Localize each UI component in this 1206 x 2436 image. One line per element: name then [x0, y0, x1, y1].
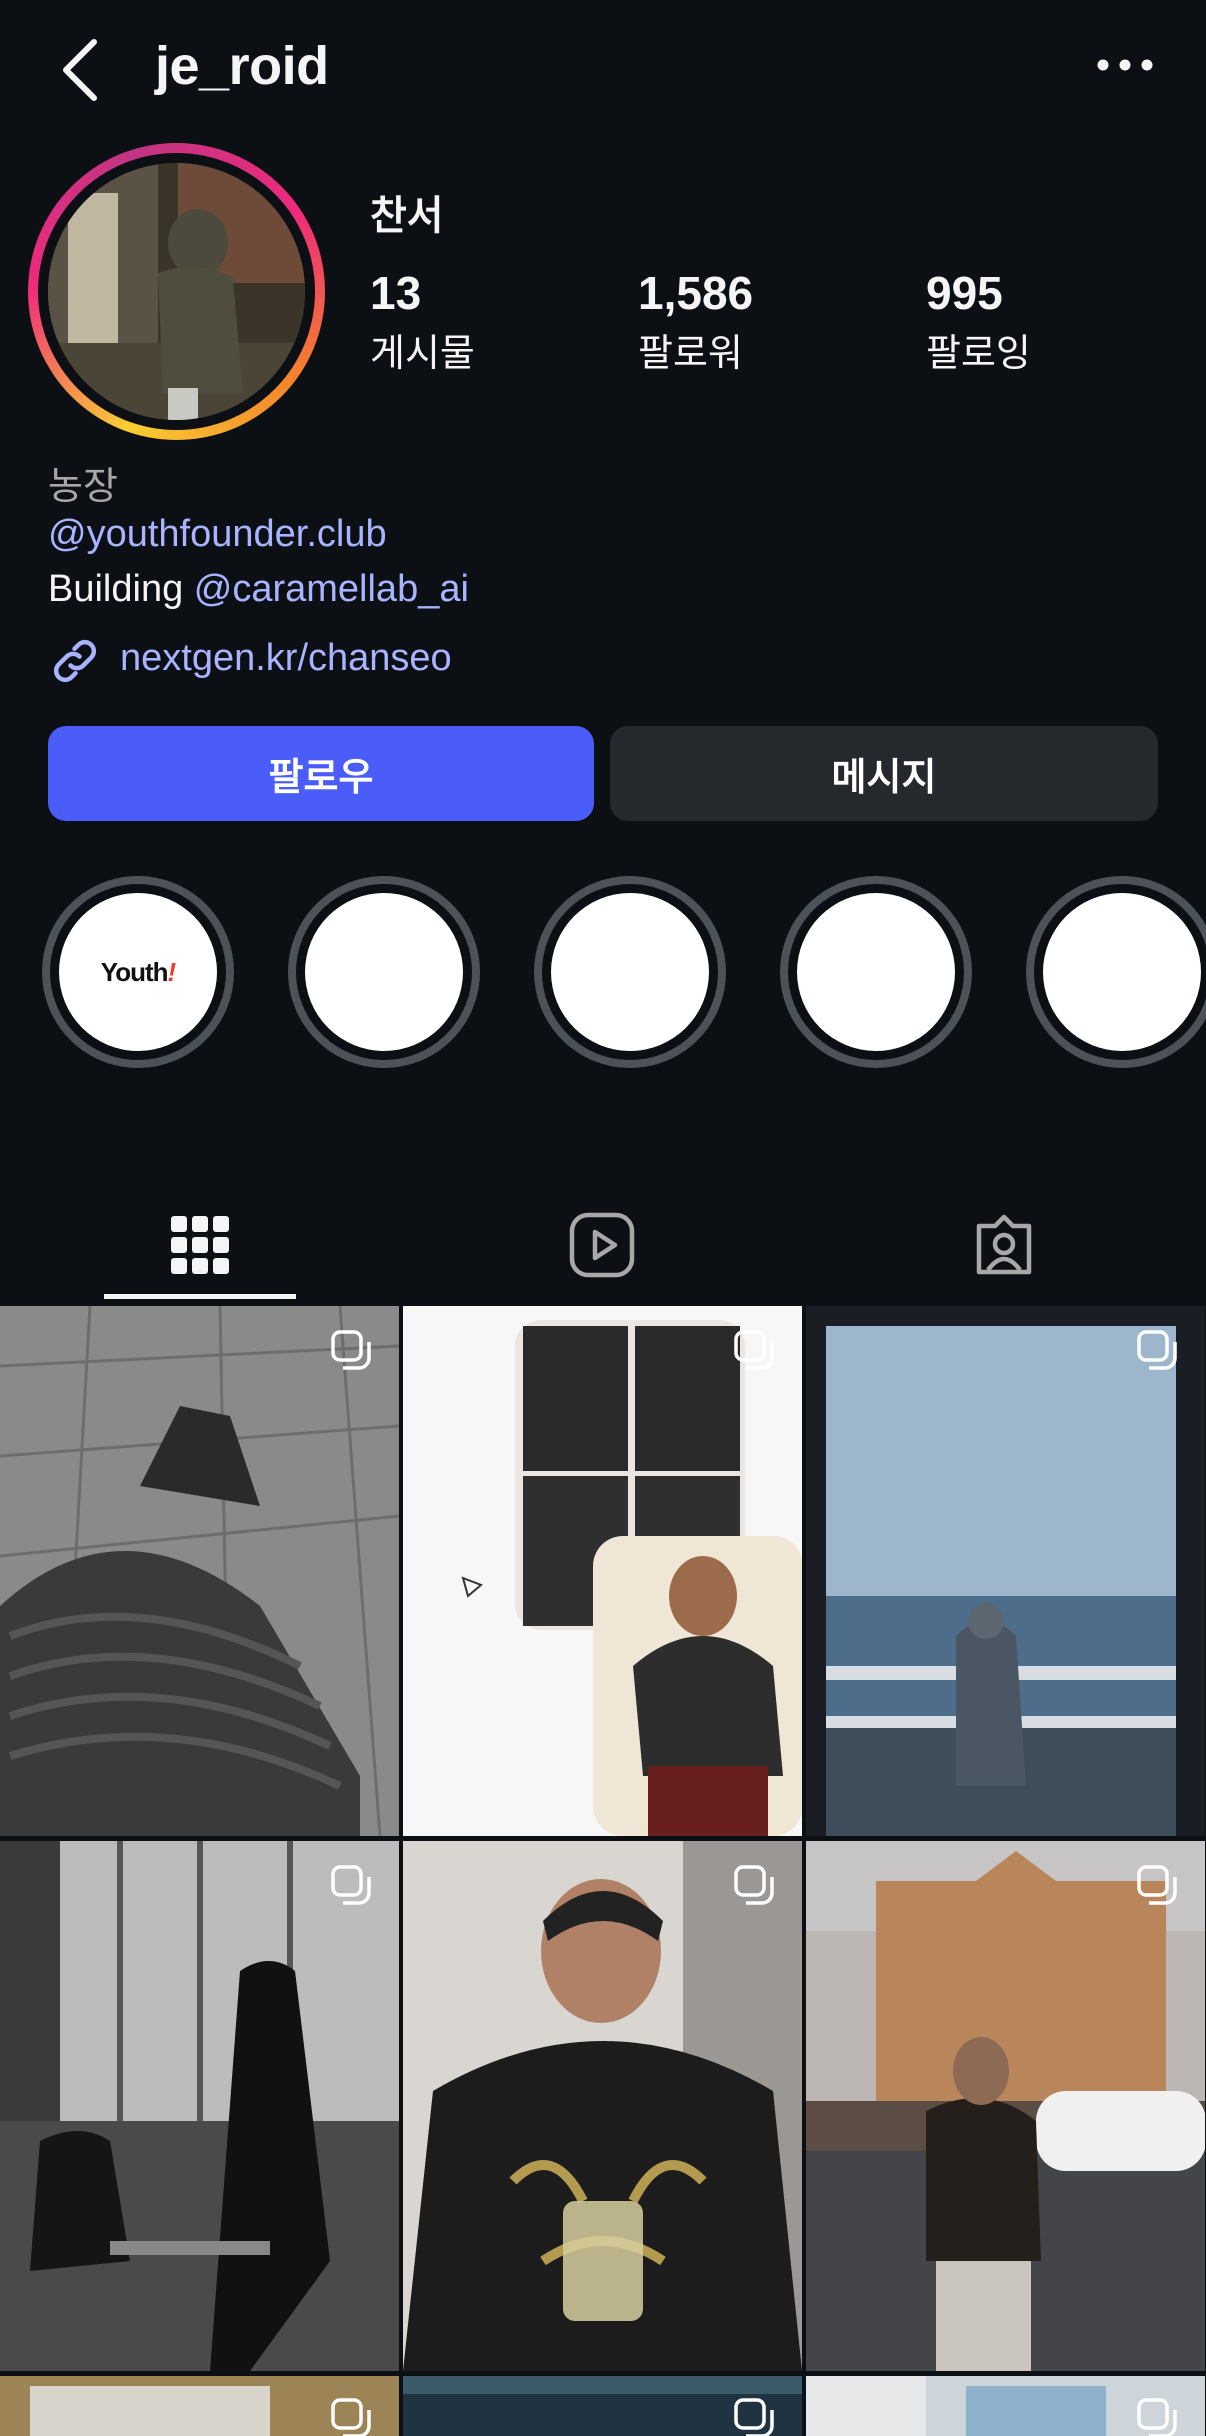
post-2[interactable] — [403, 1306, 802, 1836]
carousel-icon — [331, 2398, 371, 2436]
post-8[interactable] — [403, 2376, 802, 2436]
following-label[interactable]: 팔로잉 — [926, 322, 1031, 377]
post-9[interactable] — [806, 2376, 1205, 2436]
tab-tagged[interactable] — [908, 1190, 1100, 1300]
full-name: 찬서 — [370, 194, 444, 238]
carousel-icon — [1137, 1330, 1177, 1370]
highlight-2[interactable] — [288, 876, 480, 1068]
post-7[interactable] — [0, 2376, 399, 2436]
highlight-3-cover — [551, 893, 709, 1051]
posts-count: 13 — [370, 267, 422, 319]
tab-reels[interactable] — [506, 1190, 698, 1300]
post-4[interactable] — [0, 1841, 399, 2371]
tab-posts[interactable] — [104, 1190, 296, 1300]
carousel-icon — [734, 1330, 774, 1370]
post-5[interactable] — [403, 1841, 802, 2371]
following-count[interactable]: 995 — [926, 266, 1003, 320]
grid-icon — [171, 1216, 229, 1274]
highlight-1[interactable]: Youth! — [42, 876, 234, 1068]
more-options-icon[interactable] — [1090, 40, 1160, 90]
carousel-icon — [1137, 1865, 1177, 1905]
profile-link[interactable]: nextgen.kr/chanseo — [120, 637, 452, 680]
youth-logo-text: Youth — [100, 956, 169, 987]
bio-line-mention[interactable]: @caramellab_ai — [194, 568, 469, 610]
highlight-2-cover — [305, 893, 463, 1051]
avatar[interactable] — [48, 163, 305, 420]
carousel-icon — [734, 2398, 774, 2436]
post-1[interactable] — [0, 1306, 399, 1836]
follow-button[interactable]: 팔로우 — [48, 726, 594, 821]
highlight-5-cover — [1043, 893, 1201, 1051]
highlight-4-cover — [797, 893, 955, 1051]
active-tab-indicator — [104, 1294, 296, 1299]
followers-label[interactable]: 팔로워 — [638, 322, 743, 377]
post-6[interactable] — [806, 1841, 1205, 2371]
carousel-icon — [734, 1865, 774, 1905]
tagged-icon — [976, 1214, 1032, 1275]
posts-label: 게시물 — [370, 333, 475, 375]
highlight-1-cover: Youth! — [59, 893, 217, 1051]
followers-count[interactable]: 1,586 — [638, 266, 753, 320]
message-button[interactable]: 메시지 — [610, 726, 1158, 821]
bio-mention[interactable]: @youthfounder.club — [48, 513, 387, 556]
bio-line-text: Building — [48, 568, 194, 610]
bio-line: Building @caramellab_ai — [48, 568, 469, 611]
youth-logo-mark: ! — [167, 956, 177, 987]
highlight-3[interactable] — [534, 876, 726, 1068]
profile-category: 농장 — [48, 466, 118, 508]
carousel-icon — [331, 1330, 371, 1370]
post-3[interactable] — [806, 1306, 1205, 1836]
reels-icon — [569, 1212, 635, 1278]
carousel-icon — [331, 1865, 371, 1905]
back-icon[interactable] — [56, 30, 116, 110]
highlight-4[interactable] — [780, 876, 972, 1068]
carousel-icon — [1137, 2398, 1177, 2436]
link-icon — [48, 634, 102, 688]
profile-username: je_roid — [155, 36, 329, 96]
highlight-5[interactable] — [1026, 876, 1206, 1068]
